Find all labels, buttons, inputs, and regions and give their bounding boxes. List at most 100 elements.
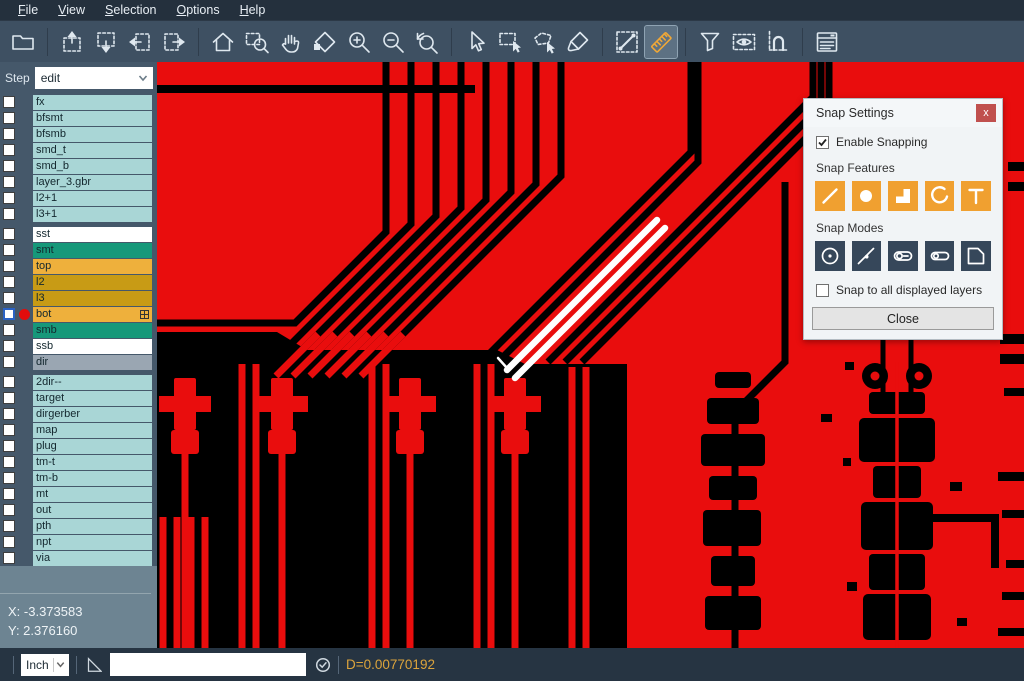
layer-row-tm-b[interactable]: tm-b <box>0 470 157 486</box>
menu-help[interactable]: Help <box>230 1 276 19</box>
close-icon[interactable]: x <box>976 104 996 122</box>
pan-right-button[interactable] <box>158 26 190 58</box>
brush-button[interactable] <box>562 26 594 58</box>
layer-name-ssb[interactable]: ssb <box>33 339 152 354</box>
menu-selection[interactable]: Selection <box>95 1 166 19</box>
pan-left-button[interactable] <box>124 26 156 58</box>
layer-name-bot[interactable]: bot <box>33 307 152 322</box>
home-button[interactable] <box>207 26 239 58</box>
layer-name-map[interactable]: map <box>33 423 152 438</box>
layer-checkbox-bfsmt[interactable] <box>3 112 15 124</box>
layer-name-mt[interactable]: mt <box>33 487 152 502</box>
layer-form-button[interactable] <box>811 26 843 58</box>
layer-row-tm-t[interactable]: tm-t <box>0 454 157 470</box>
zoom-out-button[interactable] <box>377 26 409 58</box>
layer-name-l3+1[interactable]: l3+1 <box>33 207 152 222</box>
unit-dropdown[interactable]: Inch <box>21 654 69 676</box>
layer-checkbox-ssb[interactable] <box>3 340 15 352</box>
layer-row-bot[interactable]: bot <box>0 306 157 322</box>
select-arrow-button[interactable] <box>460 26 492 58</box>
layer-row-layer_3.gbr[interactable]: layer_3.gbr <box>0 174 157 190</box>
layer-name-dir[interactable]: dir <box>33 355 152 370</box>
layer-name-top[interactable]: top <box>33 259 152 274</box>
layer-checkbox-smb[interactable] <box>3 324 15 336</box>
layer-name-tm-t[interactable]: tm-t <box>33 455 152 470</box>
layer-row-via[interactable]: via <box>0 550 157 566</box>
layer-name-smd_b[interactable]: smd_b <box>33 159 152 174</box>
layer-checkbox-dir[interactable] <box>3 356 15 368</box>
menu-options[interactable]: Options <box>166 1 229 19</box>
layer-name-smt[interactable]: smt <box>33 243 152 258</box>
layer-checkbox-mt[interactable] <box>3 488 15 500</box>
layer-checkbox-map[interactable] <box>3 424 15 436</box>
snap-feature-text-button[interactable] <box>961 181 991 211</box>
command-input[interactable] <box>110 653 306 676</box>
layer-checkbox-tm-b[interactable] <box>3 472 15 484</box>
layer-row-dir[interactable]: dir <box>0 354 157 370</box>
layer-checkbox-smd_t[interactable] <box>3 144 15 156</box>
snap-feature-surface-button[interactable] <box>888 181 918 211</box>
layer-row-npt[interactable]: npt <box>0 534 157 550</box>
layer-row-bfsmt[interactable]: bfsmt <box>0 110 157 126</box>
layer-name-via[interactable]: via <box>33 551 152 566</box>
close-button[interactable]: Close <box>812 307 994 330</box>
snap-feature-arc-button[interactable] <box>925 181 955 211</box>
layer-row-l2+1[interactable]: l2+1 <box>0 190 157 206</box>
layer-row-dirgerber[interactable]: dirgerber <box>0 406 157 422</box>
snap-dialog-titlebar[interactable]: Snap Settings x <box>804 99 1002 127</box>
layer-name-sst[interactable]: sst <box>33 227 152 242</box>
layer-name-smb[interactable]: smb <box>33 323 152 338</box>
angle-measure-icon[interactable] <box>84 656 102 674</box>
select-polygon-button[interactable] <box>528 26 560 58</box>
layer-row-2dir--[interactable]: 2dir-- <box>0 374 157 390</box>
snap-feature-line-button[interactable] <box>815 181 845 211</box>
layer-checkbox-pth[interactable] <box>3 520 15 532</box>
pan-up-button[interactable] <box>56 26 88 58</box>
measure-line-button[interactable] <box>611 26 643 58</box>
enable-snapping-checkbox[interactable] <box>816 136 829 149</box>
layer-row-mt[interactable]: mt <box>0 486 157 502</box>
layer-row-pth[interactable]: pth <box>0 518 157 534</box>
layer-name-fx[interactable]: fx <box>33 95 152 110</box>
layer-row-top[interactable]: top <box>0 258 157 274</box>
menu-file[interactable]: File <box>8 1 48 19</box>
filter-button[interactable] <box>694 26 726 58</box>
apply-check-icon[interactable] <box>315 657 331 673</box>
zoom-previous-button[interactable] <box>411 26 443 58</box>
layer-row-ssb[interactable]: ssb <box>0 338 157 354</box>
layer-name-layer_3.gbr[interactable]: layer_3.gbr <box>33 175 152 190</box>
layer-checkbox-l2+1[interactable] <box>3 192 15 204</box>
layer-name-target[interactable]: target <box>33 391 152 406</box>
layer-name-tm-b[interactable]: tm-b <box>33 471 152 486</box>
menu-view[interactable]: View <box>48 1 95 19</box>
layer-checkbox-smd_b[interactable] <box>3 160 15 172</box>
layer-row-plug[interactable]: plug <box>0 438 157 454</box>
layer-row-l3[interactable]: l3 <box>0 290 157 306</box>
layer-checkbox-target[interactable] <box>3 392 15 404</box>
layer-name-bfsmb[interactable]: bfsmb <box>33 127 152 142</box>
layer-name-bfsmt[interactable]: bfsmt <box>33 111 152 126</box>
layer-checkbox-l2[interactable] <box>3 276 15 288</box>
layer-checkbox-out[interactable] <box>3 504 15 516</box>
show-selection-button[interactable] <box>728 26 760 58</box>
layer-name-l3[interactable]: l3 <box>33 291 152 306</box>
pan-hand-button[interactable] <box>275 26 307 58</box>
layer-row-sst[interactable]: sst <box>0 226 157 242</box>
pcb-canvas[interactable]: Snap Settings x Enable Snapping Snap Fea… <box>157 62 1024 648</box>
layer-name-dirgerber[interactable]: dirgerber <box>33 407 152 422</box>
zoom-polygon-button[interactable] <box>309 26 341 58</box>
layer-name-l2[interactable]: l2 <box>33 275 152 290</box>
layer-checkbox-tm-t[interactable] <box>3 456 15 468</box>
layer-name-pth[interactable]: pth <box>33 519 152 534</box>
layer-row-map[interactable]: map <box>0 422 157 438</box>
layer-row-out[interactable]: out <box>0 502 157 518</box>
layer-checkbox-smt[interactable] <box>3 244 15 256</box>
layer-checkbox-sst[interactable] <box>3 228 15 240</box>
layer-checkbox-bot[interactable] <box>3 308 15 320</box>
layer-row-l3+1[interactable]: l3+1 <box>0 206 157 222</box>
layer-row-smd_t[interactable]: smd_t <box>0 142 157 158</box>
snap-mode-contour-button[interactable] <box>961 241 991 271</box>
pan-down-button[interactable] <box>90 26 122 58</box>
layer-name-plug[interactable]: plug <box>33 439 152 454</box>
step-dropdown[interactable]: edit <box>35 67 153 89</box>
